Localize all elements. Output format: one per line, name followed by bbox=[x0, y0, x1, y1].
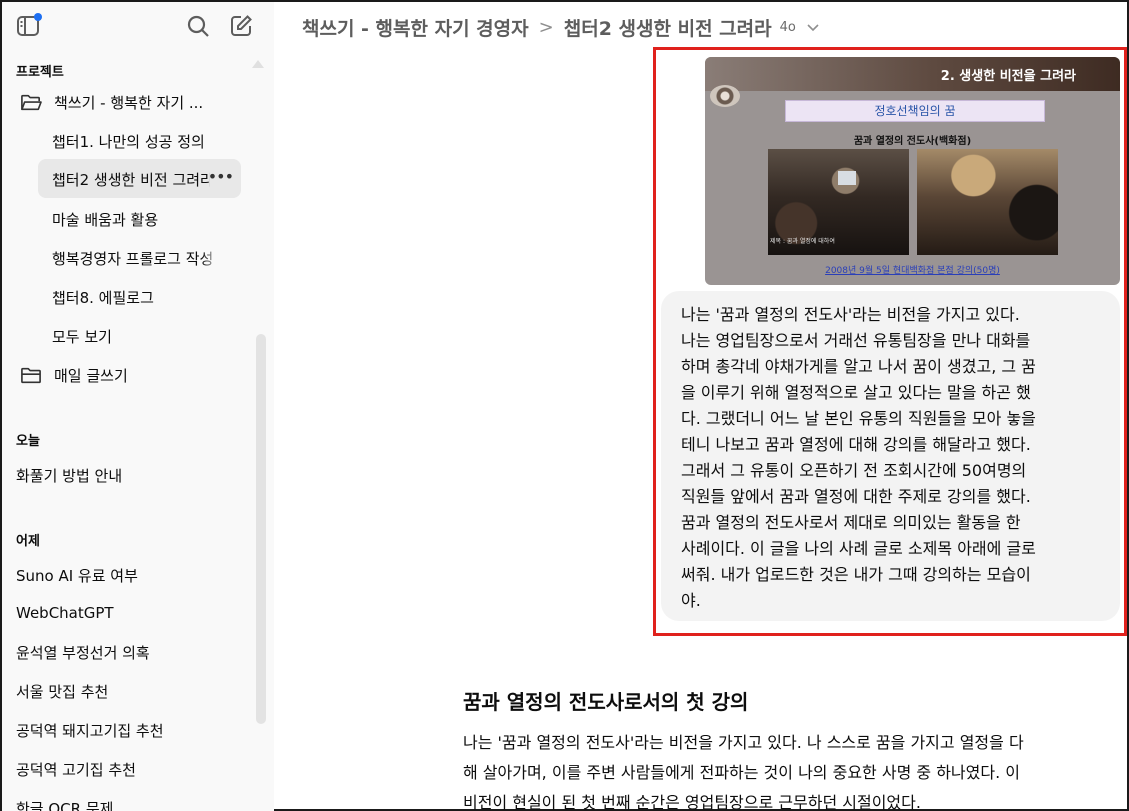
project-folder-book[interactable]: 책쓰기 - 행복한 자기 ... bbox=[20, 92, 203, 113]
sidebar-chat-yesterday-2[interactable]: 윤석열 부정선거 의혹 bbox=[16, 642, 246, 663]
sidebar: 프로젝트 책쓰기 - 행복한 자기 ... 챕터1. 나만의 성공 정의 챕터2… bbox=[2, 2, 274, 811]
sidebar-chat-label: 챕터2 생생한 비전 그려라 bbox=[52, 171, 210, 189]
response-line: 나는 '꿈과 열정의 전도사'라는 비전을 가지고 있다. 나 스스로 꿈을 가… bbox=[463, 733, 1024, 752]
breadcrumb-separator: > bbox=[538, 16, 554, 38]
sidebar-top-bar bbox=[2, 2, 274, 50]
sidebar-chat-yesterday-0[interactable]: Suno AI 유료 여부 bbox=[16, 565, 246, 586]
chat-header-breadcrumb: 책쓰기 - 행복한 자기 경영자 > 챕터2 생생한 비전 그려라 4o bbox=[302, 12, 820, 42]
project-folder-daily[interactable]: 매일 글쓰기 bbox=[20, 365, 128, 386]
project-folder-label: 책쓰기 - 행복한 자기 ... bbox=[54, 94, 204, 112]
search-icon[interactable] bbox=[186, 14, 210, 38]
sidebar-chat-epilogue[interactable]: 챕터8. 에필로그 bbox=[52, 287, 220, 308]
sidebar-chat-yesterday-5[interactable]: 공덕역 고기집 추천 bbox=[16, 759, 246, 780]
daily-folder-label: 매일 글쓰기 bbox=[54, 367, 128, 385]
new-chat-icon[interactable] bbox=[229, 14, 253, 38]
sidebar-chat-magic[interactable]: 마술 배움과 활용 bbox=[52, 209, 220, 230]
sidebar-chat-today-0[interactable]: 화풀기 방법 안내 bbox=[16, 465, 246, 486]
scroll-up-arrow[interactable] bbox=[252, 60, 264, 68]
response-body: 나는 '꿈과 열정의 전도사'라는 비전을 가지고 있다. 나 스스로 꿈을 가… bbox=[463, 728, 1123, 811]
annotation-highlight-box bbox=[653, 47, 1127, 636]
model-selector[interactable]: 4o bbox=[780, 20, 796, 35]
sidebar-chat-chapter1[interactable]: 챕터1. 나만의 성공 정의 bbox=[52, 131, 220, 152]
today-heading: 오늘 bbox=[16, 434, 40, 449]
folder-open-icon bbox=[21, 94, 42, 110]
breadcrumb-chat-title[interactable]: 챕터2 생생한 비전 그려라 bbox=[564, 14, 772, 41]
more-options-icon[interactable]: ••• bbox=[208, 167, 234, 186]
sidebar-chat-yesterday-4[interactable]: 공덕역 돼지고기집 추천 bbox=[16, 720, 246, 741]
sidebar-scrollbar[interactable] bbox=[256, 334, 266, 724]
projects-heading: 프로젝트 bbox=[16, 65, 64, 80]
folder-icon bbox=[21, 367, 41, 383]
sidebar-chat-yesterday-3[interactable]: 서울 맛집 추천 bbox=[16, 681, 246, 702]
yesterday-heading: 어제 bbox=[16, 534, 40, 549]
sidebar-toggle-icon[interactable] bbox=[16, 13, 42, 38]
sidebar-chat-chapter2-active[interactable]: 챕터2 생생한 비전 그려라 ••• bbox=[38, 159, 241, 198]
sidebar-chat-yesterday-1[interactable]: WebChatGPT bbox=[16, 604, 246, 622]
response-line: 해 살아가며, 이를 주변 사람들에게 전파하는 것이 나의 중요한 사명 중 … bbox=[463, 763, 1020, 782]
response-line: 비전이 현실이 된 첫 번째 순간은 영업팀장으로 근무하던 시절이었다. bbox=[463, 793, 921, 811]
response-heading: 꿈과 열정의 전도사로서의 첫 강의 bbox=[463, 690, 749, 714]
sidebar-chat-prologue[interactable]: 행복경영자 프롤로그 작성 bbox=[52, 248, 220, 269]
chevron-down-icon[interactable] bbox=[806, 20, 820, 34]
sidebar-chat-yesterday-6[interactable]: 한글 OCR 문제 bbox=[16, 798, 246, 811]
notification-dot bbox=[34, 13, 42, 21]
sidebar-see-all[interactable]: 모두 보기 bbox=[52, 326, 220, 347]
breadcrumb-project[interactable]: 책쓰기 - 행복한 자기 경영자 bbox=[302, 14, 529, 41]
